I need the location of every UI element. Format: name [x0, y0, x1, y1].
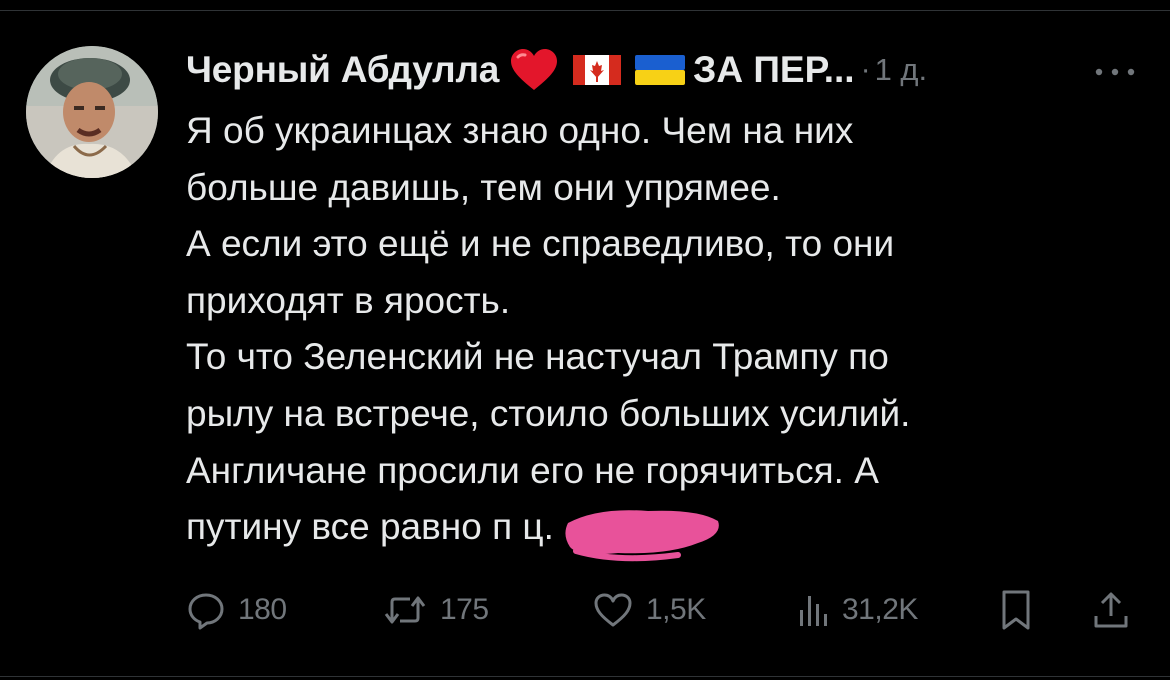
bookmark-icon	[998, 588, 1034, 632]
tweet-text: Я об украинцах знаю одно. Чем на них бол…	[186, 103, 1146, 556]
tweet-text-line: Я об украинцах знаю одно. Чем на них	[186, 110, 854, 151]
views-count: 31,2K	[842, 593, 918, 626]
views-chart-icon	[796, 590, 830, 630]
more-horizontal-icon[interactable]	[1094, 64, 1136, 76]
action-bar: 180 175 1,5K 31,2K	[186, 585, 1146, 635]
share-button[interactable]	[1092, 585, 1130, 635]
like-button[interactable]: 1,5K	[592, 585, 706, 635]
retweet-button[interactable]: 175	[382, 585, 489, 635]
author-name-suffix: ЗА ПЕР...	[693, 49, 855, 90]
author-name[interactable]: Черный Абдулла	[186, 49, 499, 91]
like-count: 1,5K	[646, 593, 706, 626]
reply-icon	[186, 590, 226, 630]
tweet-text-line: больше давишь, тем они упрямее.	[186, 166, 781, 208]
share-icon	[1092, 588, 1130, 632]
tweet-text-line: А если это ещё и не справедливо, то они	[186, 223, 895, 265]
reply-count: 180	[238, 593, 287, 626]
separator-dot: ·	[860, 53, 871, 86]
retweet-count: 175	[440, 593, 489, 626]
heart-emoji-icon	[509, 48, 559, 92]
retweet-icon	[382, 590, 428, 630]
tweet-header: Черный Абдулла ЗА ПЕР... · 1 д.	[186, 42, 1146, 98]
tweet-text-line: Англичане просили его не горячиться. А	[186, 449, 879, 491]
tweet-text-line: рылу на встрече, стоило больших усилий.	[186, 392, 911, 434]
bottom-divider	[0, 676, 1170, 677]
tweet-text-line: То что Зеленский не настучал Трампу по	[186, 336, 889, 378]
timestamp[interactable]: 1 д.	[875, 52, 928, 88]
censor-scribble	[558, 503, 728, 565]
ukraine-flag-icon	[635, 53, 686, 87]
canada-flag-icon	[573, 53, 622, 87]
reply-button[interactable]: 180	[186, 585, 287, 635]
bookmark-button[interactable]	[998, 585, 1034, 635]
top-divider	[0, 10, 1170, 11]
views-button[interactable]: 31,2K	[796, 585, 918, 635]
avatar[interactable]	[26, 46, 158, 178]
heart-icon	[592, 590, 634, 630]
tweet-text-line: приходят в ярость.	[186, 279, 511, 321]
